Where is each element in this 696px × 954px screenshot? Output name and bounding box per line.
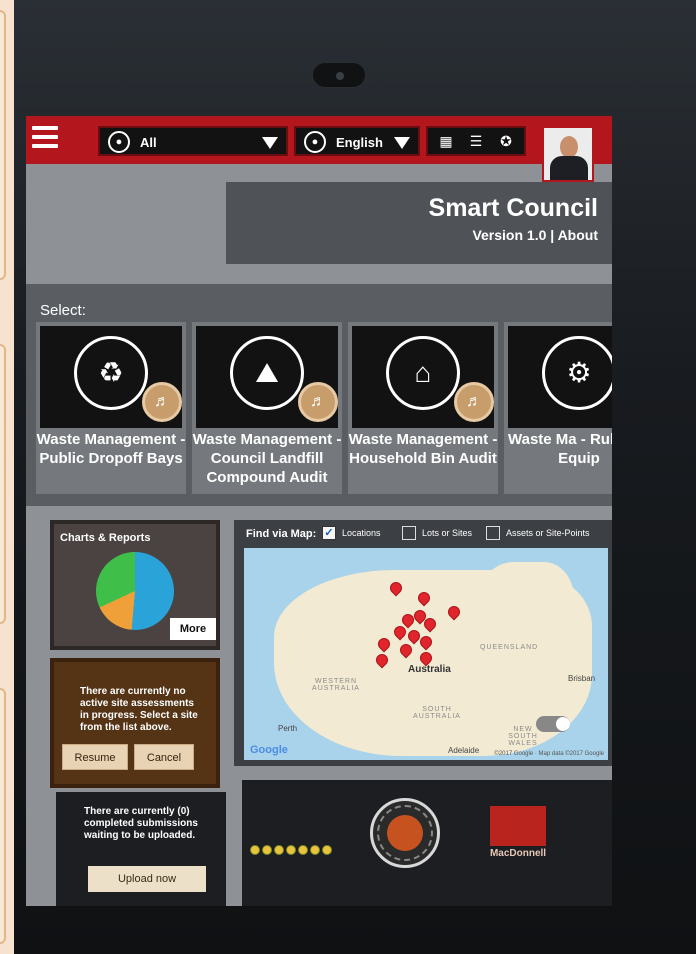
house-bin-icon: ⌂	[386, 336, 460, 410]
about-link[interactable]: About	[558, 227, 598, 243]
tablet-frame: ● All ● English ▦ ☰ ✪ Smart Council Vers…	[14, 0, 696, 954]
trailer-icon: ⚙	[542, 336, 612, 410]
locations-checkbox[interactable]: ✓	[322, 526, 336, 540]
chevron-down-icon	[262, 137, 278, 149]
upload-now-button[interactable]: Upload now	[88, 866, 206, 892]
pie-chart-thumbnail[interactable]	[96, 552, 174, 630]
map-toggle[interactable]	[536, 716, 570, 732]
country-label: Australia	[408, 664, 451, 675]
card-image: ⌂ ♬	[352, 326, 494, 428]
assessment-message: There are currently no active site asses…	[80, 686, 198, 733]
card-label: Waste Management - Household Bin Audit	[348, 431, 498, 467]
version-text: Version 1.0	[472, 227, 547, 243]
module-card-public-dropoff[interactable]: ♻ ♬ Waste Management - Public Dropoff Ba…	[36, 322, 186, 494]
speaker-icon[interactable]: ♬	[298, 382, 338, 422]
page-margin	[0, 0, 14, 954]
card-image: ♻ ♬	[40, 326, 182, 428]
card-label: Waste Management - Public Dropoff Bays	[36, 431, 186, 467]
chevron-down-icon	[394, 137, 410, 149]
speaker-icon[interactable]: ♬	[454, 382, 494, 422]
location-value: All	[140, 135, 157, 150]
lots-sites-checkbox[interactable]	[402, 526, 416, 540]
margin-card	[0, 344, 6, 624]
speaker-icon[interactable]: ♬	[142, 382, 182, 422]
assets-label: Assets or Site-Points	[506, 528, 590, 538]
module-card-landfill-audit[interactable]: ⛰ ♬ Waste Management - Council Landfill …	[192, 322, 342, 494]
map-view[interactable]: QUEENSLAND WESTERN AUSTRALIA SOUTH AUSTR…	[244, 548, 608, 760]
app-title: Smart Council	[428, 194, 598, 222]
landfill-birds-icon: ⛰	[230, 336, 304, 410]
version-line: Version 1.0 | About	[226, 227, 598, 243]
card-image: ⛰ ♬	[196, 326, 338, 428]
submissions-message: There are currently (0) completed submis…	[84, 806, 198, 841]
speaking-head-icon: ●	[304, 131, 326, 153]
module-cards: ♻ ♬ Waste Management - Public Dropoff Ba…	[36, 322, 612, 498]
view-switcher: ▦ ☰ ✪	[426, 126, 526, 156]
assets-checkbox[interactable]	[486, 526, 500, 540]
cancel-button[interactable]: Cancel	[134, 744, 194, 770]
top-bar: ● All ● English ▦ ☰ ✪	[26, 116, 612, 182]
location-pin-icon: ●	[108, 131, 130, 153]
assessment-panel: There are currently no active site asses…	[50, 658, 220, 788]
google-logo: Google	[250, 744, 288, 756]
find-via-map-label: Find via Map:	[246, 528, 317, 540]
charts-title: Charts & Reports	[60, 532, 151, 544]
charts-reports-panel: Charts & Reports More	[50, 520, 220, 650]
regional-council-seal	[370, 798, 440, 868]
region-label: WESTERN AUSTRALIA	[312, 678, 360, 692]
macdonnell-logo	[490, 806, 546, 846]
select-label: Select:	[40, 302, 86, 319]
recycling-bins-icon: ♻	[74, 336, 148, 410]
module-card-household-bin[interactable]: ⌂ ♬ Waste Management - Household Bin Aud…	[348, 322, 498, 494]
grid-view-icon[interactable]: ▦	[436, 132, 456, 150]
camera-icon	[312, 62, 366, 88]
language-dropdown[interactable]: ● English	[294, 126, 420, 156]
avatar[interactable]	[542, 126, 594, 182]
map-view-icon[interactable]: ✪	[496, 132, 516, 150]
module-card-rubbish-equipment[interactable]: ⚙ Waste Ma - Rubbish Equip	[504, 322, 612, 494]
card-label: Waste Ma - Rubbish Equip	[508, 431, 612, 467]
language-value: English	[336, 135, 383, 150]
lots-sites-label: Lots or Sites	[422, 528, 473, 538]
app-screen: ● All ● English ▦ ☰ ✪ Smart Council Vers…	[26, 116, 612, 906]
map-panel: Find via Map: ✓ Locations Lots or Sites …	[234, 520, 612, 766]
submissions-panel: There are currently (0) completed submis…	[56, 792, 226, 906]
app-title-block: Smart Council Version 1.0 | About	[226, 182, 612, 264]
more-button[interactable]: More	[170, 618, 216, 640]
macdonnell-label: MacDonnell	[489, 848, 547, 859]
card-image: ⚙	[508, 326, 612, 428]
margin-card	[0, 10, 6, 280]
list-view-icon[interactable]: ☰	[466, 132, 486, 150]
resume-button[interactable]: Resume	[62, 744, 128, 770]
location-dropdown[interactable]: ● All	[98, 126, 288, 156]
select-panel: Select: ♻ ♬ Waste Management - Public Dr…	[26, 284, 612, 506]
partner-logos: MacDonnell	[242, 780, 612, 906]
city-label: Brisban	[568, 674, 596, 683]
menu-icon[interactable]	[32, 126, 58, 148]
city-label: Adelaide	[448, 746, 480, 755]
city-label: Perth	[278, 724, 298, 733]
queensland-landmass	[474, 562, 574, 682]
card-label: Waste Management - Council Landfill Comp…	[192, 431, 342, 486]
region-label: SOUTH AUSTRALIA	[413, 706, 461, 720]
margin-card	[0, 688, 6, 944]
map-attribution: ©2017 Google · Map data ©2017 Google	[494, 751, 604, 757]
version-separator: |	[546, 227, 558, 243]
locations-label: Locations	[342, 528, 381, 538]
region-label: QUEENSLAND	[480, 644, 539, 651]
council-logo-dots	[250, 842, 342, 856]
